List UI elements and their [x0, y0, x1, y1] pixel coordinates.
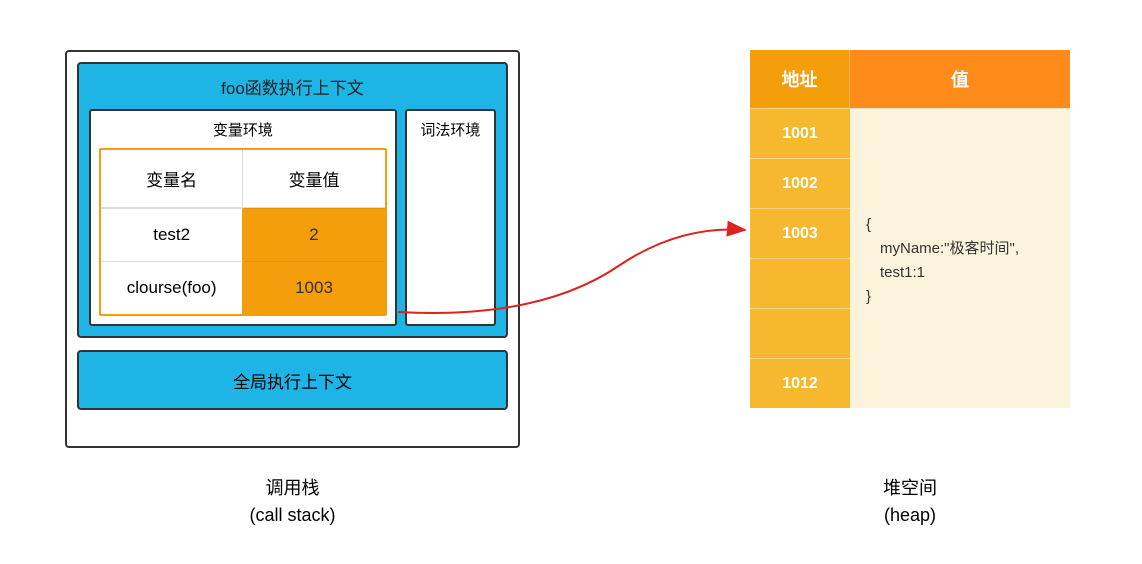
- lex-env-title: 词法环境: [407, 111, 494, 148]
- callstack-outer-box: foo函数执行上下文 变量环境 变量名 变量值 test2 2: [65, 50, 520, 448]
- heap-val-header: 值: [850, 50, 1070, 108]
- foo-execution-context: foo函数执行上下文 变量环境 变量名 变量值 test2 2: [77, 62, 508, 338]
- var-value-cell: 2: [243, 208, 384, 261]
- var-value-header: 变量值: [243, 150, 384, 208]
- heap-value-column: { myName:"极客时间", test1:1 }: [850, 108, 1070, 408]
- callstack-panel: foo函数执行上下文 变量环境 变量名 变量值 test2 2: [65, 50, 520, 448]
- heap-addr-cell: [750, 258, 850, 308]
- heap-addr-cell: 1012: [750, 358, 850, 408]
- variable-table: 变量名 变量值 test2 2 clourse(foo) 1003: [99, 148, 387, 316]
- callstack-label-en: (call stack): [65, 502, 520, 529]
- heap-obj-line: test1:1: [862, 261, 1058, 285]
- heap-label-cn: 堆空间: [750, 475, 1070, 502]
- variable-environment: 变量环境 变量名 变量值 test2 2 clourse(foo: [89, 109, 397, 326]
- heap-addr-cell: 1001: [750, 108, 850, 158]
- heap-addr-cell: [750, 308, 850, 358]
- global-context-title: 全局执行上下文: [233, 368, 352, 393]
- heap-label-en: (heap): [750, 502, 1070, 529]
- heap-header-row: 地址 值: [750, 50, 1070, 108]
- callstack-label-cn: 调用栈: [65, 475, 520, 502]
- heap-addr-cell: 1002: [750, 158, 850, 208]
- heap-addr-cell: 1003: [750, 208, 850, 258]
- heap-address-column: 1001 1002 1003 1012: [750, 108, 850, 408]
- callstack-label: 调用栈 (call stack): [65, 475, 520, 529]
- heap-panel: 地址 值 1001 1002 1003 1012 { myName:"极客时间"…: [750, 50, 1070, 408]
- global-execution-context: 全局执行上下文: [77, 350, 508, 410]
- heap-obj-line: {: [862, 213, 1058, 237]
- var-name-header: 变量名: [101, 150, 243, 208]
- var-table-header: 变量名 变量值: [101, 150, 385, 208]
- table-row: test2 2: [101, 208, 385, 261]
- var-name-cell: clourse(foo): [101, 261, 243, 314]
- var-env-title: 变量环境: [91, 111, 395, 148]
- foo-context-title: foo函数执行上下文: [79, 64, 506, 109]
- heap-obj-line: }: [862, 285, 1058, 309]
- heap-obj-line: myName:"极客时间",: [862, 237, 1058, 261]
- heap-label: 堆空间 (heap): [750, 475, 1070, 529]
- table-row: clourse(foo) 1003: [101, 261, 385, 314]
- var-name-cell: test2: [101, 208, 243, 261]
- var-value-cell: 1003: [243, 261, 384, 314]
- lexical-environment: 词法环境: [405, 109, 496, 326]
- heap-addr-header: 地址: [750, 50, 850, 108]
